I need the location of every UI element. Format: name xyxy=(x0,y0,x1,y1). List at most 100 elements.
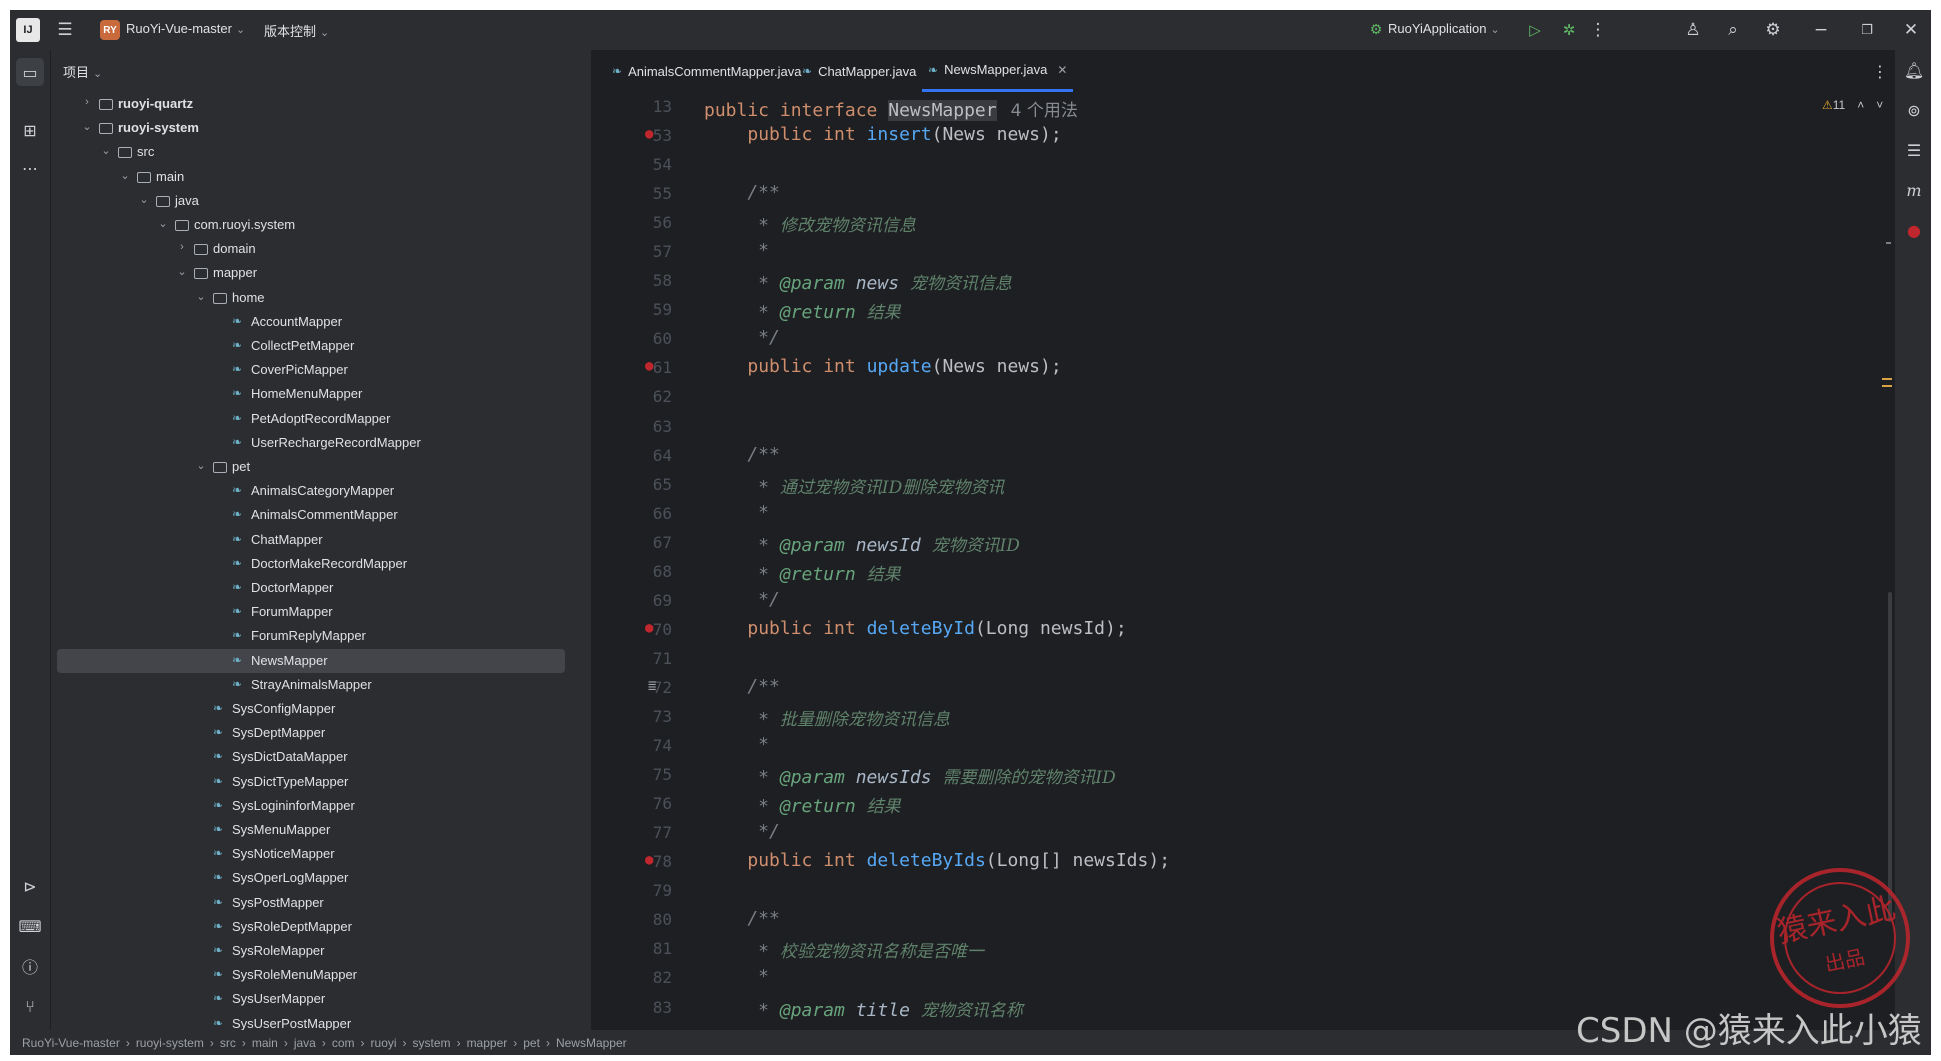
structure-tool-icon[interactable]: ⊞ xyxy=(16,116,44,144)
code-line[interactable]: */ xyxy=(704,327,780,348)
chevron-down-icon[interactable]: ⌄ xyxy=(119,169,131,182)
tree-item-mapper[interactable]: ❧ AccountMapper xyxy=(57,310,565,334)
breadcrumb-item[interactable]: system xyxy=(413,1036,451,1050)
code-line[interactable]: public int deleteByIds(Long[] newsIds); xyxy=(704,850,1170,871)
tree-item-mapper[interactable]: ❧ CollectPetMapper xyxy=(57,334,565,358)
code-line[interactable]: /** xyxy=(704,444,780,465)
tree-item-folder[interactable]: ⌄ pet xyxy=(57,455,565,479)
tree-item-folder[interactable]: ⌄ main xyxy=(57,165,565,189)
code-line[interactable]: public int update(News news); xyxy=(704,356,1061,377)
close-window-icon[interactable]: ✕ xyxy=(1900,20,1922,40)
ai-assistant-icon[interactable]: ⊚ xyxy=(1900,96,1928,124)
git-tool-icon[interactable]: ⑂ xyxy=(16,992,44,1020)
go-to-mapper-xml-icon[interactable]: ● xyxy=(645,620,653,636)
breadcrumb-item[interactable]: RuoYi-Vue-master xyxy=(22,1036,120,1050)
breadcrumb-item[interactable]: ruoyi-system xyxy=(136,1036,204,1050)
code-line[interactable]: * 修改宠物资讯信息 xyxy=(704,211,916,236)
code-line[interactable]: * xyxy=(704,240,769,261)
run-config-selector[interactable]: RuoYiApplication ⌄ xyxy=(1388,21,1500,36)
terminal-tool-icon[interactable]: ⌨ xyxy=(16,912,44,940)
code-line[interactable]: * @param newsIds 需要删除的宠物资讯ID xyxy=(704,763,1116,788)
tree-item-mapper[interactable]: ❧ PetAdoptRecordMapper xyxy=(57,407,565,431)
tree-item-mapper[interactable]: ❧ NewsMapper xyxy=(57,648,565,673)
tree-item-mapper[interactable]: ❧ SysDeptMapper xyxy=(57,721,565,745)
tree-item-mapper[interactable]: ❧ SysMenuMapper xyxy=(57,818,565,842)
code-line[interactable]: /** xyxy=(704,676,780,697)
search-icon[interactable]: ⌕ xyxy=(1722,20,1744,40)
tree-item-folder[interactable]: ⌄ ruoyi-system xyxy=(57,116,565,140)
project-panel-title[interactable]: 项目 ⌄ xyxy=(63,62,102,81)
code-line[interactable]: * 批量删除宠物资讯信息 xyxy=(704,705,950,730)
code-line[interactable]: * @return 结果 xyxy=(704,792,900,817)
chevron-right-icon[interactable]: › xyxy=(81,96,93,108)
more-tools-icon[interactable]: ⋯ xyxy=(16,154,44,182)
code-line[interactable]: public int deleteById(Long newsId); xyxy=(704,618,1126,639)
code-line[interactable]: * @return 结果 xyxy=(704,298,900,323)
editor-tab[interactable]: ❧ ChatMapper.java xyxy=(796,50,922,92)
minimize-icon[interactable]: − xyxy=(1810,20,1832,40)
vcs-menu[interactable]: 版本控制 ⌄ xyxy=(264,21,329,40)
tree-item-mapper[interactable]: ❧ SysRoleMapper xyxy=(57,939,565,963)
tree-item-mapper[interactable]: ❧ CoverPicMapper xyxy=(57,358,565,382)
code-line[interactable]: * 校验宠物资讯名称是否唯一 xyxy=(704,937,984,962)
more-actions-icon[interactable]: ⋮ xyxy=(1590,20,1607,40)
tree-item-mapper[interactable]: ❧ SysUserPostMapper xyxy=(57,1012,565,1030)
services-tool-icon[interactable]: ⊳ xyxy=(16,872,44,900)
tree-item-mapper[interactable]: ❧ DoctorMakeRecordMapper xyxy=(57,552,565,576)
chevron-down-icon[interactable]: ⌄ xyxy=(138,193,150,206)
account-icon[interactable]: ♙ xyxy=(1682,20,1704,40)
tree-item-mapper[interactable]: ❧ AnimalsCommentMapper xyxy=(57,503,565,527)
editor-tab[interactable]: ❧ NewsMapper.java ✕ xyxy=(922,50,1074,92)
code-line[interactable]: * @param newsId 宠物资讯ID xyxy=(704,531,1020,556)
code-line[interactable]: * 通过宠物资讯ID删除宠物资讯 xyxy=(704,473,1004,498)
code-line[interactable]: * xyxy=(704,502,769,523)
breadcrumb-item[interactable]: NewsMapper xyxy=(556,1036,627,1050)
tree-item-mapper[interactable]: ❧ SysOperLogMapper xyxy=(57,866,565,890)
maven-icon[interactable]: m xyxy=(1900,176,1928,204)
tree-item-mapper[interactable]: ❧ SysUserMapper xyxy=(57,987,565,1011)
tree-item-folder[interactable]: ⌄ java xyxy=(57,189,565,213)
project-tool-icon[interactable]: ▭ xyxy=(16,58,44,86)
go-to-mapper-xml-icon[interactable]: ● xyxy=(645,358,653,374)
inspection-widget[interactable]: ⚠11 ˄ ˅ xyxy=(1822,98,1883,112)
run-icon[interactable]: ▷ xyxy=(1524,20,1546,40)
debug-icon[interactable]: ✲ xyxy=(1558,20,1580,40)
chevron-down-icon[interactable]: ⌄ xyxy=(157,217,169,230)
code-line[interactable]: public int insert(News news); xyxy=(704,124,1061,145)
tree-item-mapper[interactable]: ❧ HomeMenuMapper xyxy=(57,382,565,406)
code-view[interactable]: 53 ● public int insert(News news); 54 55 /*… xyxy=(592,92,1894,1030)
render-doc-icon[interactable]: ≣ xyxy=(648,678,656,694)
breadcrumb-item[interactable]: ruoyi xyxy=(371,1036,397,1050)
notifications-bell-icon[interactable]: 🔔︎ xyxy=(1900,56,1928,84)
problems-tool-icon[interactable]: ⓘ xyxy=(16,952,44,980)
code-line[interactable]: * @return 结果 xyxy=(704,560,900,585)
tree-item-mapper[interactable]: ❧ SysRoleMenuMapper xyxy=(57,963,565,987)
code-line[interactable]: /** xyxy=(704,182,780,203)
code-line[interactable]: * xyxy=(704,966,769,987)
tree-item-mapper[interactable]: ❧ SysDictTypeMapper xyxy=(57,770,565,794)
tree-item-mapper[interactable]: ❧ SysPostMapper xyxy=(57,891,565,915)
chevron-down-icon[interactable]: ⌄ xyxy=(195,290,207,303)
breadcrumb-item[interactable]: pet xyxy=(523,1036,540,1050)
tree-item-mapper[interactable]: ❧ ForumReplyMapper xyxy=(57,624,565,648)
usages-hint[interactable]: 4 个用法 xyxy=(1011,101,1078,121)
breadcrumb-item[interactable]: src xyxy=(220,1036,236,1050)
code-line[interactable]: * @param news 宠物资讯信息 xyxy=(704,269,1012,294)
breadcrumb-item[interactable]: com xyxy=(332,1036,355,1050)
chevron-down-icon[interactable]: ⌄ xyxy=(81,120,93,133)
tree-item-mapper[interactable]: ❧ SysRoleDeptMapper xyxy=(57,915,565,939)
tree-item-mapper[interactable]: ❧ SysConfigMapper xyxy=(57,697,565,721)
code-line[interactable]: */ xyxy=(704,589,780,610)
tree-item-folder[interactable]: ⌄ home xyxy=(57,286,565,310)
breadcrumb-item[interactable]: mapper xyxy=(467,1036,508,1050)
code-line[interactable]: * @param title 宠物资讯名称 xyxy=(704,996,1023,1021)
tabs-more-icon[interactable]: ⋮ xyxy=(1872,62,1888,81)
project-switcher[interactable]: RuoYi-Vue-master ⌄ xyxy=(126,21,245,36)
tree-item-folder[interactable]: ⌄ src xyxy=(57,140,565,164)
chevron-down-icon[interactable]: ⌄ xyxy=(100,144,112,157)
editor-tab[interactable]: ❧ AnimalsCommentMapper.java xyxy=(606,50,807,92)
chevron-down-icon[interactable]: ˅ xyxy=(1876,98,1883,112)
tree-item-mapper[interactable]: ❧ DoctorMapper xyxy=(57,576,565,600)
chevron-right-icon[interactable]: › xyxy=(176,241,188,253)
tree-item-mapper[interactable]: ❧ StrayAnimalsMapper xyxy=(57,673,565,697)
